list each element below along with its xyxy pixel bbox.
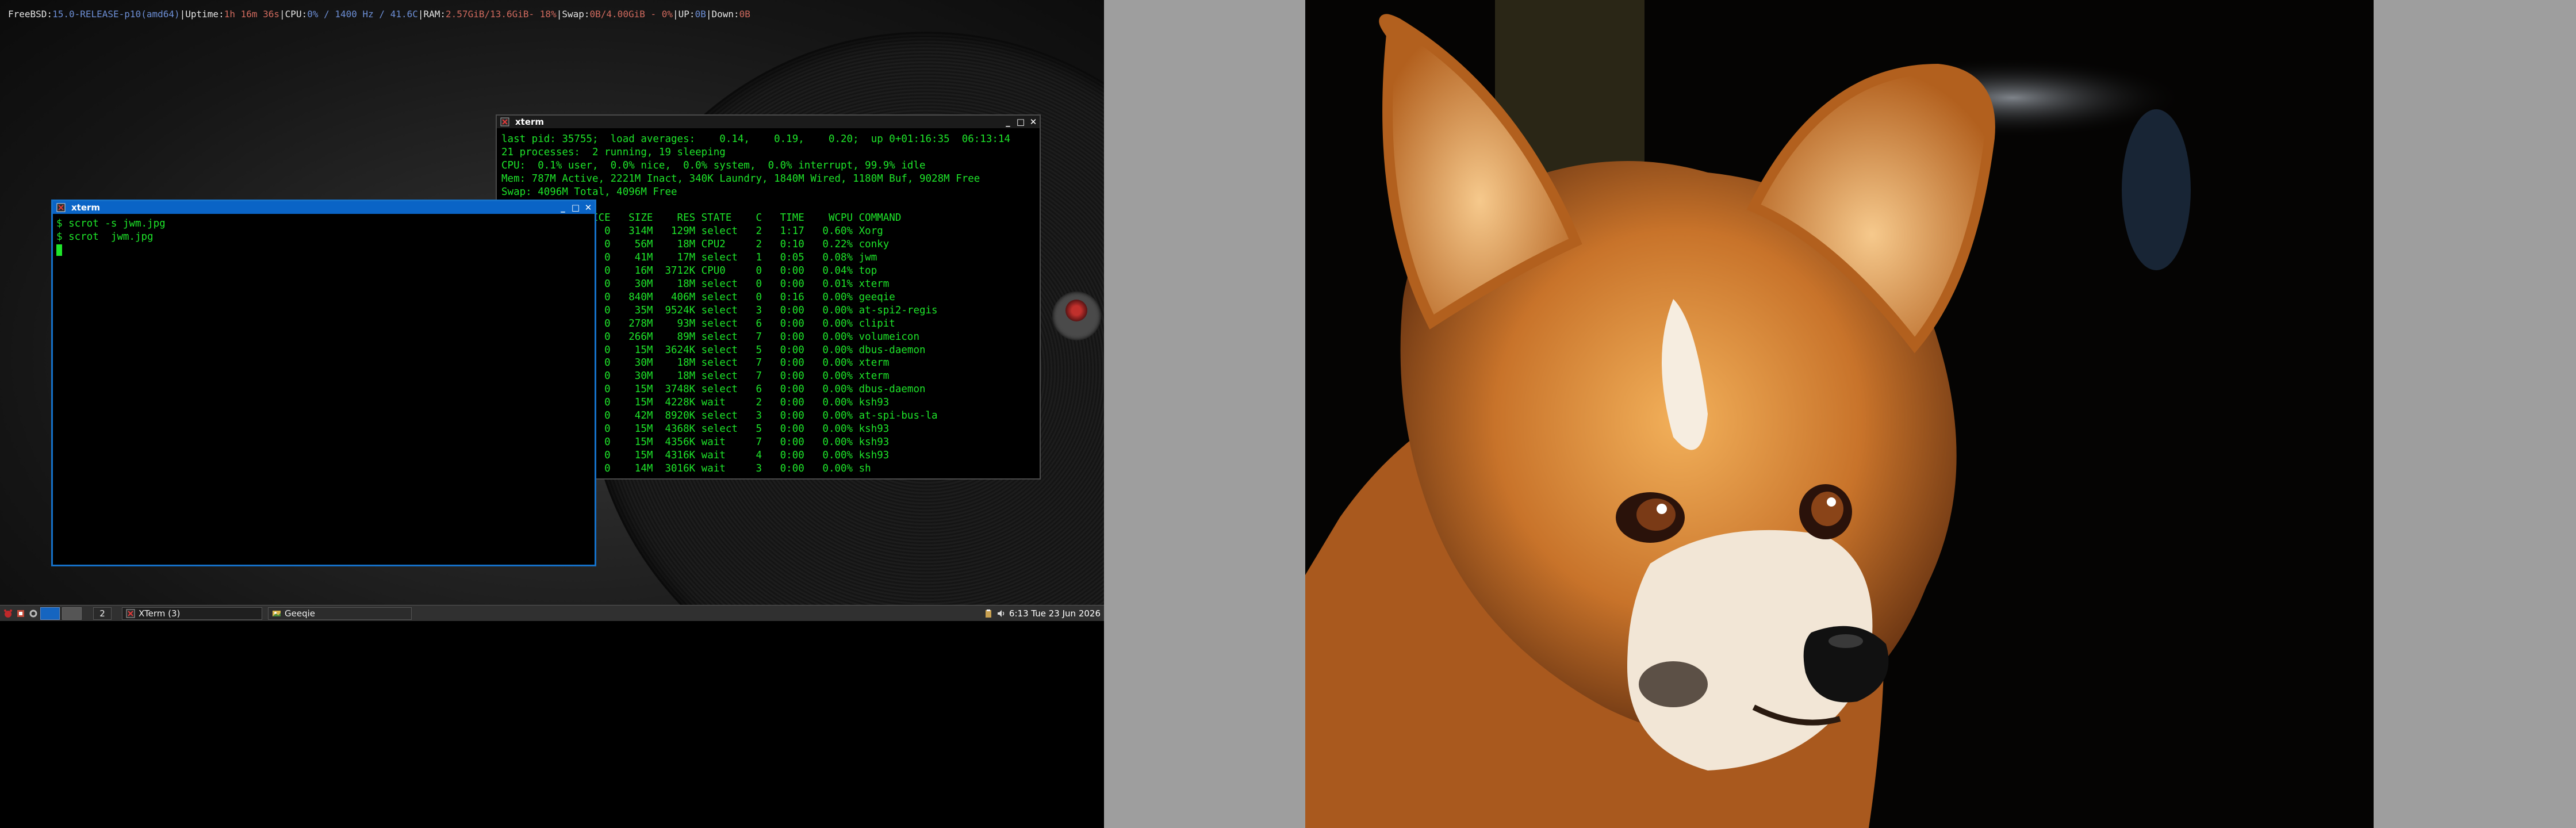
terminal-cursor xyxy=(56,244,62,256)
freebsd-menu-icon[interactable] xyxy=(3,609,13,618)
conky-ram-label: RAM: xyxy=(423,8,446,20)
terminal-line: $ scrot -s jwm.jpg xyxy=(56,218,166,229)
conky-up-label: UP: xyxy=(678,8,695,20)
conky-status-bar: FreeBSD: 15.0-RELEASE-p10 (amd64) | Upti… xyxy=(0,0,1104,28)
desktop-left: FreeBSD: 15.0-RELEASE-p10 (amd64) | Upti… xyxy=(0,0,1104,621)
minimize-button[interactable]: _ xyxy=(1002,116,1014,128)
minimize-button[interactable]: _ xyxy=(557,202,569,213)
task-xterm-label: XTerm (3) xyxy=(139,608,181,619)
terminal-text: $ scrot -s jwm.jpg $ scrot jwm.jpg xyxy=(56,217,166,257)
corgi-image xyxy=(1305,0,2374,828)
xterm-active-title: xterm xyxy=(71,202,101,213)
task-geeqie[interactable]: Geeqie xyxy=(268,607,412,620)
xterm-icon xyxy=(500,117,509,126)
settings-icon[interactable] xyxy=(29,609,38,618)
conky-ram-value: 2.57GiB/13.6GiB xyxy=(446,8,529,20)
conky-os: FreeBSD: xyxy=(8,8,53,20)
desktop-1-pager[interactable] xyxy=(40,607,60,620)
desktop-pager[interactable] xyxy=(62,607,82,620)
task-geeqie-label: Geeqie xyxy=(285,608,315,619)
conky-uptime-label: Uptime: xyxy=(185,8,224,20)
xterm-top-title: xterm xyxy=(515,117,545,127)
conky-arch: (amd64) xyxy=(141,8,180,20)
terminal-line: $ scrot jwm.jpg xyxy=(56,231,154,243)
conky-separator: | xyxy=(706,8,712,20)
conky-separator: | xyxy=(279,8,285,20)
wallpaper-record-center xyxy=(1065,300,1087,321)
app-launcher-icon[interactable] xyxy=(16,609,25,618)
conky-swap-value: 0B/4.00GiB - 0% xyxy=(589,8,673,20)
taskbar-clock[interactable]: 6:13 Tue 23 Jun 2026 xyxy=(1009,608,1101,619)
conky-up-value: 0B xyxy=(695,8,706,20)
close-button[interactable]: ✕ xyxy=(582,202,595,213)
conky-down-value: 0B xyxy=(739,8,750,20)
top-header-line: Swap: 4096M Total, 4096M Free xyxy=(501,186,677,198)
xterm-icon xyxy=(126,609,135,618)
xterm-active-window[interactable]: xterm _ □ ✕ $ scrot -s jwm.jpg $ scrot j… xyxy=(51,200,596,566)
conky-cpu-label: CPU: xyxy=(285,8,308,20)
conky-swap-label: Swap: xyxy=(562,8,590,20)
taskbar: 2 XTerm (3) Geeqie 6:13 Tue 23 Jun 2026 xyxy=(0,605,1104,621)
maximize-button[interactable]: □ xyxy=(1014,116,1027,128)
geeqie-icon xyxy=(272,609,281,618)
system-tray: 6:13 Tue 23 Jun 2026 xyxy=(980,608,1104,619)
xterm-icon xyxy=(56,203,66,212)
desktop-2-button[interactable]: 2 xyxy=(93,607,112,620)
conky-release: 15.0-RELEASE-p10 xyxy=(52,8,141,20)
volume-icon[interactable] xyxy=(996,609,1006,618)
top-header-line: 21 processes: 2 running, 19 sleeping xyxy=(501,146,726,158)
top-header-line: last pid: 35755; load averages: 0.14, 0.… xyxy=(501,133,1011,145)
clipboard-icon[interactable] xyxy=(984,609,993,618)
conky-cpu-value: 0% / 1400 Hz / 41.6C xyxy=(307,8,418,20)
conky-separator: | xyxy=(417,8,424,20)
xterm-top-titlebar[interactable]: xterm _ □ ✕ xyxy=(497,116,1040,128)
top-header-line: CPU: 0.1% user, 0.0% nice, 0.0% system, … xyxy=(501,159,926,171)
maximize-button[interactable]: □ xyxy=(569,202,582,213)
conky-down-label: Down: xyxy=(711,8,739,20)
top-header-line: Mem: 787M Active, 2221M Inact, 340K Laun… xyxy=(501,172,980,185)
close-button[interactable]: ✕ xyxy=(1027,116,1040,128)
xterm-active-titlebar[interactable]: xterm _ □ ✕ xyxy=(53,201,595,214)
corgi-photo xyxy=(1305,0,2374,828)
conky-uptime-value: 1h 16m 36s xyxy=(224,8,280,20)
terminal-area[interactable]: $ scrot -s jwm.jpg $ scrot jwm.jpg xyxy=(53,214,595,565)
conky-separator: | xyxy=(179,8,186,20)
conky-ram-percent: - 18% xyxy=(528,8,557,20)
conky-separator: | xyxy=(556,8,562,20)
conky-separator: | xyxy=(673,8,678,20)
task-xterm[interactable]: XTerm (3) xyxy=(122,607,262,620)
offscreen-area xyxy=(0,621,1104,828)
